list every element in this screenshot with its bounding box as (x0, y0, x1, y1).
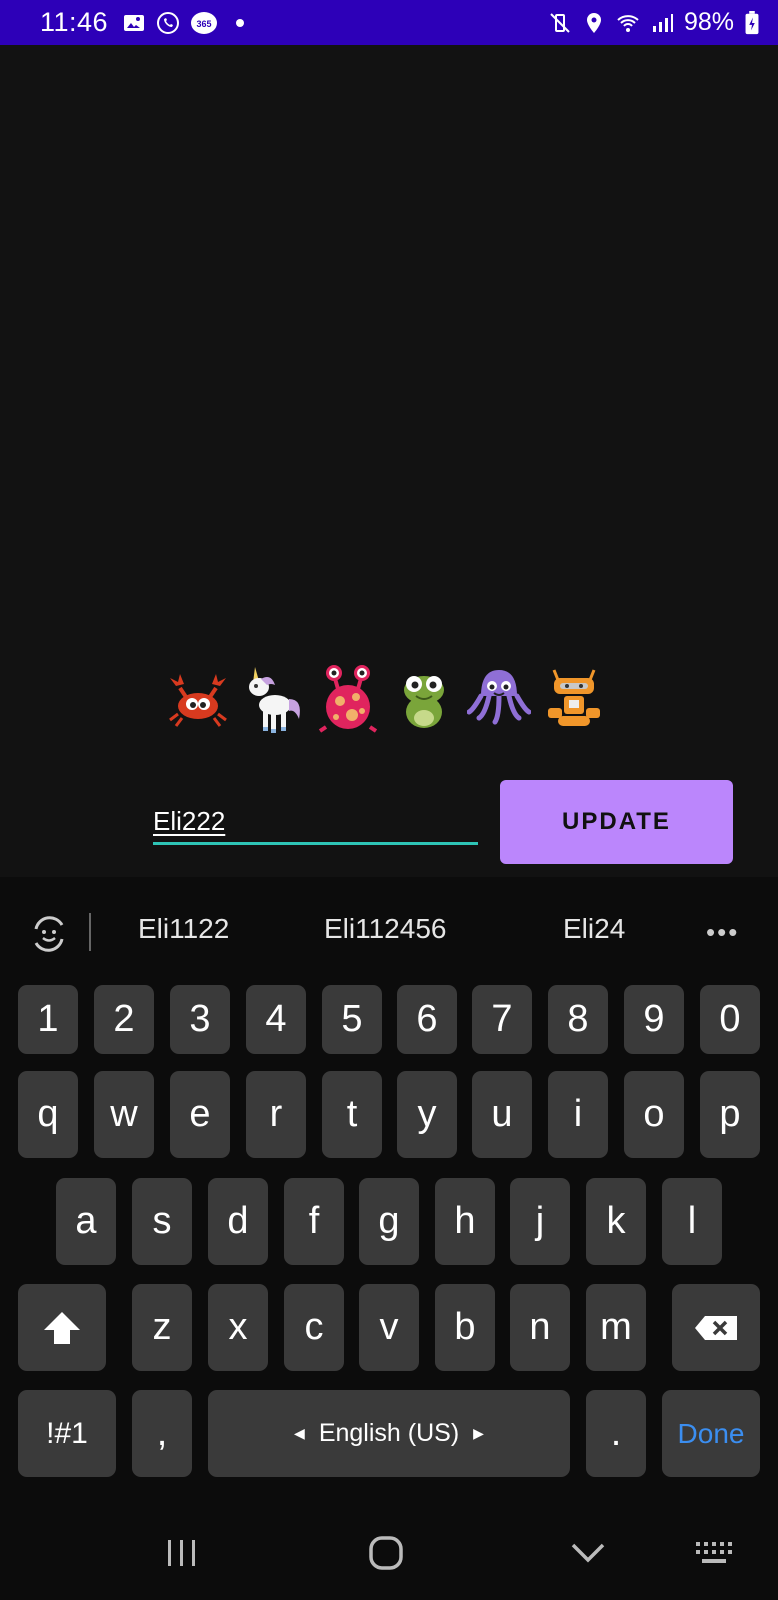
suggestion-1[interactable]: Eli1122 (138, 913, 229, 945)
key-0[interactable]: 0 (700, 985, 760, 1054)
crab-icon (169, 674, 227, 727)
key-q[interactable]: q (18, 1071, 78, 1158)
frog-avatar[interactable] (392, 661, 456, 735)
octopus-avatar[interactable] (466, 661, 531, 735)
key-c[interactable]: c (284, 1284, 344, 1371)
battery-charging-icon (745, 10, 759, 34)
keyboard-switch-button[interactable] (684, 1528, 744, 1578)
key-i[interactable]: i (548, 1071, 608, 1158)
space-language-label: English (US) (318, 1419, 460, 1447)
svg-text:365: 365 (197, 19, 212, 29)
key-k[interactable]: k (586, 1178, 646, 1265)
whatsapp-icon (157, 11, 180, 34)
done-key[interactable]: Done (662, 1390, 760, 1477)
key-o[interactable]: o (624, 1071, 684, 1158)
key-h[interactable]: h (435, 1178, 495, 1265)
crab-avatar[interactable] (166, 661, 230, 735)
key-4[interactable]: 4 (246, 985, 306, 1054)
mute-vibrate-icon (550, 12, 570, 33)
key-m[interactable]: m (586, 1284, 646, 1371)
period-key[interactable]: . (586, 1390, 646, 1477)
notification-dot (236, 18, 245, 27)
status-time: 11:46 (40, 7, 109, 37)
suggestion-3[interactable]: Eli24 (563, 913, 625, 945)
suggestion-2[interactable]: Eli112456 (324, 913, 446, 945)
symbols-key[interactable]: !#1 (18, 1390, 116, 1477)
key-p[interactable]: p (700, 1071, 760, 1158)
pink-monster-avatar[interactable] (316, 661, 380, 735)
soft-keyboard: Eli1122 Eli112456 Eli24 ••• 1 2 3 4 5 6 … (0, 877, 778, 1600)
key-3[interactable]: 3 (170, 985, 230, 1054)
suggestion-bar: Eli1122 Eli112456 Eli24 ••• (0, 877, 778, 987)
location-icon (586, 12, 601, 33)
chevron-down-icon (571, 1543, 605, 1563)
status-left-icons: 365 (122, 11, 245, 35)
key-t[interactable]: t (322, 1071, 382, 1158)
shift-key[interactable] (18, 1284, 106, 1371)
comma-key[interactable]: , (132, 1390, 192, 1477)
key-d[interactable]: d (208, 1178, 268, 1265)
key-a[interactable]: a (56, 1178, 116, 1265)
backspace-key[interactable] (672, 1284, 760, 1371)
key-l[interactable]: l (662, 1178, 722, 1265)
key-u[interactable]: u (472, 1071, 532, 1158)
wifi-icon (617, 14, 639, 32)
key-8[interactable]: 8 (548, 985, 608, 1054)
name-input[interactable] (153, 801, 478, 841)
key-r[interactable]: r (246, 1071, 306, 1158)
signal-icon (652, 13, 673, 32)
key-6[interactable]: 6 (397, 985, 457, 1054)
home-icon (369, 1536, 403, 1570)
robot-icon (547, 669, 600, 726)
key-j[interactable]: j (510, 1178, 570, 1265)
key-f[interactable]: f (284, 1178, 344, 1265)
unicorn-icon (249, 667, 301, 733)
home-button[interactable] (356, 1528, 416, 1578)
battery-percent: 98% (683, 8, 734, 36)
avatar-picker (166, 655, 606, 735)
keyboard-tools-icon[interactable] (28, 913, 70, 955)
name-field-wrapper (153, 801, 478, 845)
key-9[interactable]: 9 (624, 985, 684, 1054)
robot-avatar[interactable] (542, 661, 606, 735)
keyboard-icon (696, 1542, 732, 1563)
key-g[interactable]: g (359, 1178, 419, 1265)
more-options-icon[interactable]: ••• (706, 917, 739, 948)
language-prev-icon: ◀ (294, 1425, 305, 1441)
suggestion-separator (89, 913, 91, 951)
navigation-bar (0, 1508, 778, 1600)
backspace-icon (695, 1315, 737, 1340)
key-y[interactable]: y (397, 1071, 457, 1158)
shift-icon (44, 1311, 80, 1344)
key-s[interactable]: s (132, 1178, 192, 1265)
key-5[interactable]: 5 (322, 985, 382, 1054)
status-bar: 11:46 365 98% (0, 0, 778, 45)
key-b[interactable]: b (435, 1284, 495, 1371)
hide-keyboard-button[interactable] (558, 1528, 618, 1578)
key-e[interactable]: e (170, 1071, 230, 1158)
main-content: UPDATE (0, 45, 778, 877)
key-x[interactable]: x (208, 1284, 268, 1371)
name-input-underline (153, 842, 478, 845)
frog-icon (403, 676, 444, 728)
pink-monster-icon (319, 665, 378, 733)
key-w[interactable]: w (94, 1071, 154, 1158)
status-right-icons: 98% (548, 8, 760, 37)
key-n[interactable]: n (510, 1284, 570, 1371)
unicorn-avatar[interactable] (241, 661, 305, 735)
recents-icon (168, 1540, 195, 1566)
key-1[interactable]: 1 (18, 985, 78, 1054)
language-next-icon: ▶ (473, 1425, 484, 1441)
key-2[interactable]: 2 (94, 985, 154, 1054)
app-badge-icon: 365 (191, 11, 218, 34)
key-7[interactable]: 7 (472, 985, 532, 1054)
space-key[interactable]: ◀ English (US) ▶ (208, 1390, 570, 1477)
gallery-icon (124, 14, 145, 31)
key-v[interactable]: v (359, 1284, 419, 1371)
recents-button[interactable] (152, 1528, 212, 1578)
key-z[interactable]: z (132, 1284, 192, 1371)
octopus-icon (466, 670, 531, 725)
update-button[interactable]: UPDATE (500, 780, 733, 864)
